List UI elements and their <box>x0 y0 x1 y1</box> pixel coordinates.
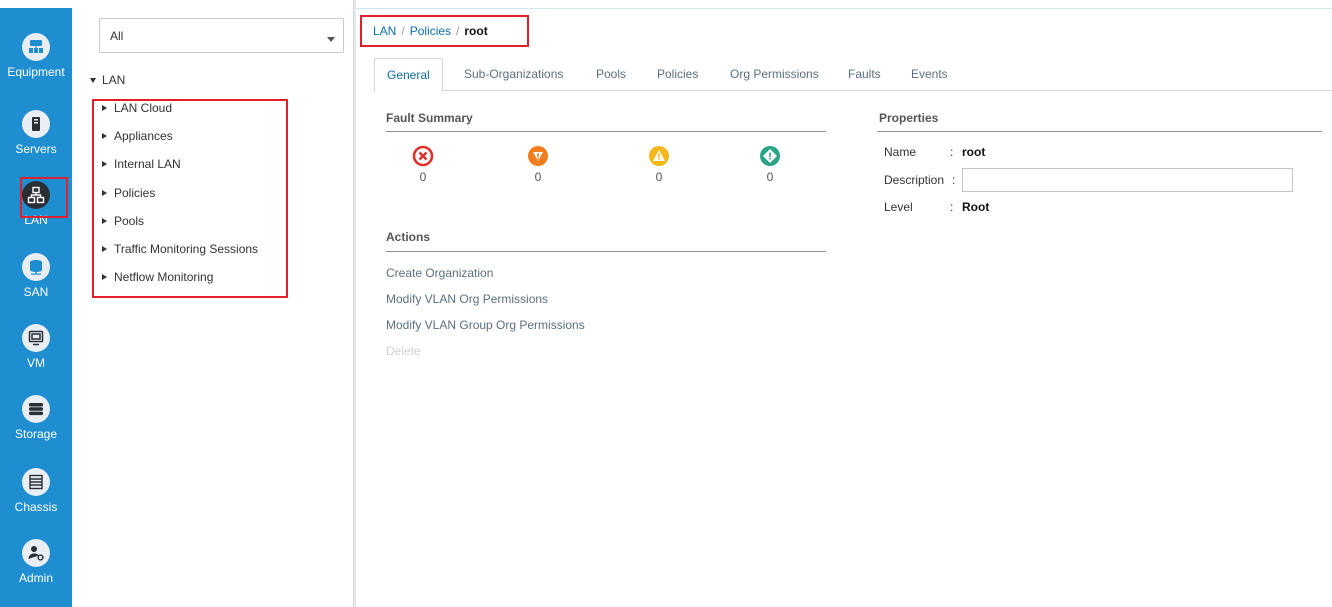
action-create-organization[interactable]: Create Organization <box>386 266 493 280</box>
critical-fault-icon <box>412 145 434 167</box>
tab-org-permissions[interactable]: Org Permissions <box>718 58 831 91</box>
server-icon <box>22 110 50 138</box>
category-rail: Equipment Servers LAN SAN VM Storage Cha… <box>0 8 72 607</box>
description-label: Description <box>884 173 945 187</box>
fault-summary-rule <box>386 131 826 132</box>
rail-label: VM <box>27 356 45 370</box>
rail-label: Admin <box>18 571 53 585</box>
major-fault-icon <box>528 146 548 166</box>
breadcrumb-separator: / <box>456 24 460 38</box>
rail-label: Storage <box>14 427 58 441</box>
fault-critical[interactable]: 0 <box>403 145 443 184</box>
level-value: Root <box>962 200 990 214</box>
fault-major[interactable]: 0 <box>518 145 558 184</box>
level-colon: : <box>950 200 954 214</box>
chassis-icon <box>22 468 50 496</box>
rail-label: SAN <box>23 285 49 299</box>
tab-sub-organizations[interactable]: Sub-Organizations <box>452 58 575 91</box>
fault-minor[interactable]: 0 <box>639 145 679 184</box>
action-delete: Delete <box>386 344 421 358</box>
rail-item-san[interactable]: SAN <box>0 253 72 299</box>
rail-label: Servers <box>15 142 57 156</box>
warning-fault-icon <box>760 146 780 166</box>
fault-warning[interactable]: 0 <box>750 145 790 184</box>
rail-item-vm[interactable]: VM <box>0 324 72 370</box>
action-modify-vlan-group-org-permissions[interactable]: Modify VLAN Group Org Permissions <box>386 318 585 332</box>
highlight-box-lan <box>20 177 68 218</box>
tab-faults[interactable]: Faults <box>836 58 893 91</box>
fault-count: 0 <box>655 170 663 184</box>
navigation-panel: All LAN LAN Cloud Appliances Internal LA… <box>72 0 354 607</box>
actions-rule <box>386 251 826 252</box>
name-colon: : <box>950 145 954 159</box>
breadcrumb: LAN / Policies / root <box>373 24 488 38</box>
properties-title: Properties <box>879 111 939 125</box>
breadcrumb-separator: / <box>401 24 405 38</box>
rail-label: Chassis <box>14 500 58 514</box>
san-icon <box>22 253 50 281</box>
breadcrumb-link-policies[interactable]: Policies <box>410 24 451 38</box>
expanded-arrow-icon <box>90 77 96 83</box>
description-field[interactable] <box>962 168 1293 192</box>
tree-root-lan[interactable]: LAN <box>90 73 125 87</box>
rail-item-storage[interactable]: Storage <box>0 395 72 441</box>
tab-pools[interactable]: Pools <box>584 58 638 91</box>
tab-policies[interactable]: Policies <box>645 58 710 91</box>
filter-value: All <box>110 29 124 43</box>
filter-dropdown[interactable]: All <box>99 18 344 53</box>
actions-title: Actions <box>386 230 431 244</box>
highlight-box-tree <box>92 99 288 298</box>
tab-bar: General Sub-Organizations Pools Policies… <box>374 58 1332 92</box>
level-label: Level <box>884 200 913 214</box>
main-content: LAN / Policies / root General Sub-Organizati… <box>356 0 1332 607</box>
equipment-icon <box>22 33 50 61</box>
fault-count: 0 <box>534 170 542 184</box>
chevron-down-icon <box>327 37 335 42</box>
tree-root-label: LAN <box>102 73 126 87</box>
rail-item-servers[interactable]: Servers <box>0 110 72 156</box>
fault-count: 0 <box>766 170 774 184</box>
rail-item-chassis[interactable]: Chassis <box>0 468 72 514</box>
storage-icon <box>22 395 50 423</box>
name-label: Name <box>884 145 917 159</box>
minor-fault-icon <box>649 146 669 166</box>
rail-label: Equipment <box>7 65 65 79</box>
tab-events[interactable]: Events <box>899 58 960 91</box>
admin-icon <box>22 539 50 567</box>
description-colon: : <box>952 173 956 187</box>
rail-item-equipment[interactable]: Equipment <box>0 33 72 79</box>
rail-item-admin[interactable]: Admin <box>0 539 72 585</box>
properties-rule <box>877 131 1322 132</box>
name-value: root <box>962 145 986 159</box>
action-modify-vlan-org-permissions[interactable]: Modify VLAN Org Permissions <box>386 292 548 306</box>
vm-icon <box>22 324 50 352</box>
fault-summary-title: Fault Summary <box>386 111 473 125</box>
breadcrumb-link-lan[interactable]: LAN <box>373 24 396 38</box>
tab-general[interactable]: General <box>374 58 443 92</box>
breadcrumb-current: root <box>464 24 488 38</box>
fault-count: 0 <box>419 170 427 184</box>
app-window: Equipment Servers LAN SAN VM Storage Cha… <box>0 0 1332 607</box>
